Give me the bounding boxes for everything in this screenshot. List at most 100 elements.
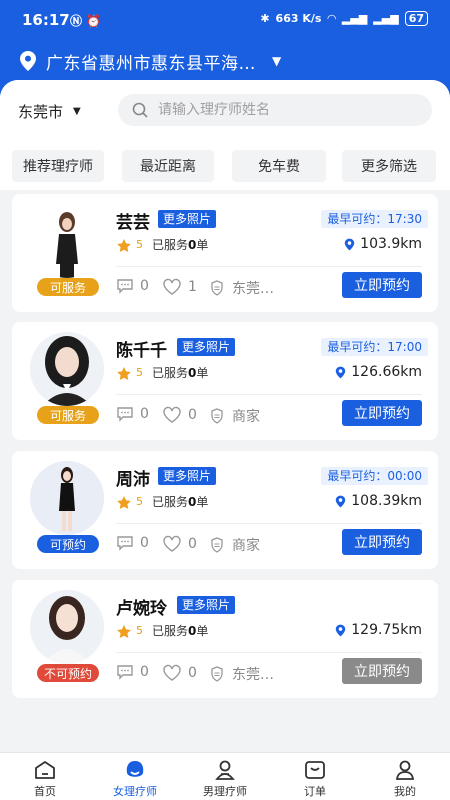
therapist-name: 芸芸 xyxy=(116,213,150,233)
avatar-image xyxy=(30,332,104,406)
divider xyxy=(116,652,422,653)
filter-more[interactable]: 更多筛选 xyxy=(342,150,436,182)
comments[interactable]: 0 xyxy=(116,406,149,422)
distance-value: 108.39km xyxy=(351,493,422,509)
avatar[interactable] xyxy=(30,204,104,278)
like-count: 0 xyxy=(188,536,197,552)
more-photos-button[interactable]: 更多照片 xyxy=(158,210,217,228)
star-icon xyxy=(117,239,131,252)
city-label: 东莞市 xyxy=(18,103,64,121)
served-count: 已服务0单 xyxy=(152,236,208,253)
served-suffix: 单 xyxy=(196,495,209,509)
heart-icon xyxy=(163,535,181,552)
therapist-name: 卢婉玲 xyxy=(116,599,167,619)
comment-icon xyxy=(117,279,133,294)
status-badge: 可预约 xyxy=(37,535,99,553)
status-time: 16:17 xyxy=(22,11,70,29)
shop-shield-icon xyxy=(211,537,223,553)
earliest-time: 最早可约：17:30 xyxy=(321,210,428,228)
comment-count: 0 xyxy=(140,406,149,422)
served-prefix: 已服务 xyxy=(152,624,189,638)
avatar-image xyxy=(30,590,104,664)
comment-count: 0 xyxy=(140,278,149,294)
filter-recommended[interactable]: 推荐理疗师 xyxy=(12,150,104,182)
signal-icon-2: ▂▄▆ xyxy=(373,12,399,25)
tab-home-label: 首页 xyxy=(34,785,56,798)
tab-male-therapists[interactable]: 男理疗师 xyxy=(180,759,270,799)
heart-icon xyxy=(163,406,181,423)
star-icon xyxy=(117,496,131,509)
status-badge: 可服务 xyxy=(37,278,99,296)
shop-name: 商家 xyxy=(232,409,260,425)
likes[interactable]: 1 xyxy=(162,278,197,296)
comments[interactable]: 0 xyxy=(116,278,149,294)
divider xyxy=(116,394,422,395)
chevron-down-icon: ▼ xyxy=(272,54,282,68)
tab-orders[interactable]: 订单 xyxy=(270,759,360,799)
served-count: 已服务0单 xyxy=(152,364,208,381)
female-therapist-icon xyxy=(126,761,144,777)
like-count: 0 xyxy=(188,407,197,423)
location-pin-icon xyxy=(336,366,346,378)
comments[interactable]: 0 xyxy=(116,664,149,680)
therapist-card[interactable]: 可服务 陈千千 更多照片 最早可约：17:00 5 已服务0单 126.66km… xyxy=(12,322,438,440)
therapist-card[interactable]: 可服务 芸芸 更多照片 最早可约：17:30 5 已服务0单 103.9km 0… xyxy=(12,194,438,312)
status-right: ✱ 663 K/s ◠ ▂▄▆ ▂▄▆ 67 xyxy=(260,11,428,26)
more-photos-button[interactable]: 更多照片 xyxy=(177,338,236,356)
distance: 103.9km xyxy=(343,236,422,252)
search-input[interactable] xyxy=(158,102,398,118)
likes[interactable]: 0 xyxy=(162,664,197,682)
shop-shield-icon xyxy=(211,666,223,682)
comment-count: 0 xyxy=(140,664,149,680)
distance-value: 103.9km xyxy=(360,236,422,252)
book-now-button[interactable]: 立即预约 xyxy=(342,658,422,684)
avatar[interactable] xyxy=(30,332,104,406)
notification-icons: Ⓝ ⏰ xyxy=(70,14,102,28)
search-box[interactable] xyxy=(118,94,432,126)
shop[interactable]: 商家 xyxy=(210,535,260,555)
heart-icon xyxy=(163,664,181,681)
shop[interactable]: 东莞… xyxy=(210,664,274,684)
book-now-button[interactable]: 立即预约 xyxy=(342,272,422,298)
tab-profile-label: 我的 xyxy=(394,785,416,798)
therapist-card[interactable]: 不可预约 卢婉玲 更多照片 5 已服务0单 129.75km 0 0 东莞… 立… xyxy=(12,580,438,698)
shop[interactable]: 东莞… xyxy=(210,278,274,298)
avatar[interactable] xyxy=(30,461,104,535)
avatar[interactable] xyxy=(30,590,104,664)
filter-nearest[interactable]: 最近距离 xyxy=(122,150,214,182)
status-badge: 不可预约 xyxy=(37,664,99,682)
location-text: 广东省惠州市惠东县平海… xyxy=(46,53,256,74)
home-icon xyxy=(35,761,55,779)
shop-name: 商家 xyxy=(232,538,260,554)
shop[interactable]: 商家 xyxy=(210,406,260,426)
more-photos-button[interactable]: 更多照片 xyxy=(177,596,236,614)
filter-free-fare[interactable]: 免车费 xyxy=(232,150,326,182)
battery-icon: 67 xyxy=(404,11,428,26)
served-suffix: 单 xyxy=(196,238,209,252)
location-selector[interactable]: 广东省惠州市惠东县平海… ▼ xyxy=(18,48,438,74)
tab-female-therapists[interactable]: 女理疗师 xyxy=(90,759,180,799)
likes[interactable]: 0 xyxy=(162,406,197,424)
therapist-card[interactable]: 可预约 周沛 更多照片 最早可约：00:00 5 已服务0单 108.39km … xyxy=(12,451,438,569)
star-icon xyxy=(117,367,131,380)
like-count: 0 xyxy=(188,665,197,681)
avatar-image xyxy=(30,461,104,535)
search-icon xyxy=(132,102,148,118)
tab-home[interactable]: 首页 xyxy=(0,759,90,799)
book-now-button[interactable]: 立即预约 xyxy=(342,529,422,555)
served-count: 已服务0单 xyxy=(152,622,208,639)
likes[interactable]: 0 xyxy=(162,535,197,553)
more-photos-button[interactable]: 更多照片 xyxy=(158,467,217,485)
distance-value: 126.66km xyxy=(351,364,422,380)
served-prefix: 已服务 xyxy=(152,238,189,252)
bottom-tab-bar: 首页 女理疗师 男理疗师 订单 我的 xyxy=(0,752,450,800)
served-suffix: 单 xyxy=(196,366,209,380)
comment-icon xyxy=(117,536,133,551)
comments[interactable]: 0 xyxy=(116,535,149,551)
status-badge: 可服务 xyxy=(37,406,99,424)
distance-value: 129.75km xyxy=(351,622,422,638)
tab-profile[interactable]: 我的 xyxy=(360,759,450,799)
city-selector[interactable]: 东莞市 ▼ xyxy=(18,101,81,122)
rating-value: 5 xyxy=(136,366,143,379)
book-now-button[interactable]: 立即预约 xyxy=(342,400,422,426)
